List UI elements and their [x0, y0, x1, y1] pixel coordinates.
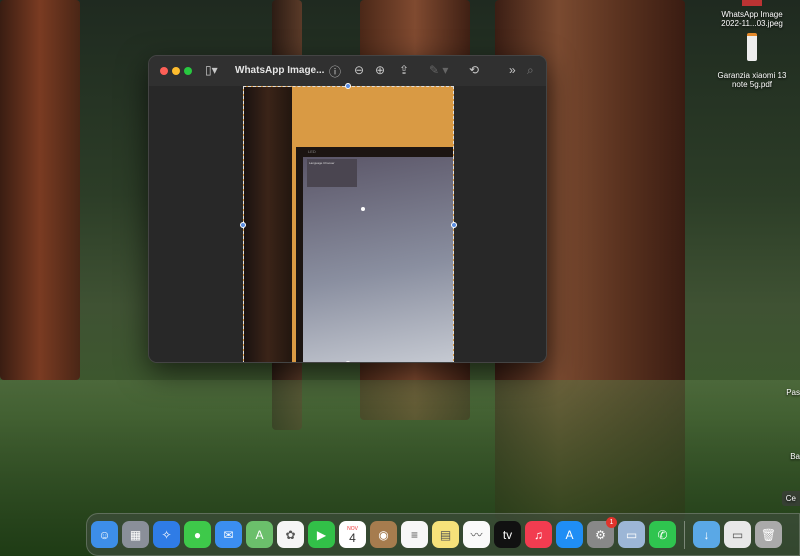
- dock-app-photos[interactable]: ✿: [277, 521, 304, 548]
- dock-app-reminders[interactable]: ≡: [401, 521, 428, 548]
- contacts-icon: ◉: [378, 527, 389, 542]
- dock-app-app-store[interactable]: A: [556, 521, 583, 548]
- dock-app-safari[interactable]: ✧: [153, 521, 180, 548]
- dock-app-system-settings[interactable]: ⚙ 1: [587, 517, 617, 548]
- image-thumbnail-icon: [742, 0, 762, 6]
- desktop-file-garanzia-pdf[interactable]: Garanzia xiaomi 13 note 5g.pdf: [712, 33, 792, 89]
- zoom-button[interactable]: [184, 67, 192, 75]
- freeform-icon: 〰: [470, 528, 483, 542]
- photo-image[interactable]: LED Language Chooser: [243, 86, 454, 362]
- launchpad-icon: ▦: [129, 527, 142, 542]
- system-settings-icon: ⚙: [595, 527, 606, 542]
- dock-app-contacts[interactable]: ◉: [370, 521, 397, 548]
- toolbar: ▯▾ WhatsApp Image... ⓘ ⊖ ⊕ ⇪ ✎ ▾ ⟲ » ⌕: [149, 56, 546, 86]
- close-button[interactable]: [160, 67, 168, 75]
- whatsapp-icon: ✆: [657, 527, 668, 542]
- window-title: WhatsApp Image...: [235, 65, 325, 76]
- desktop-label-truncated[interactable]: Pas: [786, 388, 800, 397]
- minimize-button[interactable]: [172, 67, 180, 75]
- dock-app-tv[interactable]: tv: [494, 521, 521, 548]
- dock-app-mail[interactable]: ✉: [215, 521, 242, 548]
- resize-handle[interactable]: [345, 361, 351, 362]
- dock-app-downloads[interactable]: ↓: [693, 521, 720, 548]
- music-icon: ♫: [534, 527, 543, 542]
- zoom-in-icon[interactable]: ⊕: [375, 63, 385, 77]
- cursor: [361, 207, 365, 211]
- rotate-icon[interactable]: ⟲: [469, 63, 479, 77]
- preview-window: ▯▾ WhatsApp Image... ⓘ ⊖ ⊕ ⇪ ✎ ▾ ⟲ » ⌕ L…: [148, 55, 547, 363]
- downloads-icon: ↓: [703, 527, 710, 542]
- dock-app-messages[interactable]: ●: [184, 521, 211, 548]
- sidebar-toggle-icon[interactable]: ▯▾: [205, 63, 218, 77]
- dock-app-notes[interactable]: ▤: [432, 521, 459, 548]
- resize-handle[interactable]: [240, 222, 246, 228]
- dock-app-finder[interactable]: ☺: [91, 521, 118, 548]
- markup-icon[interactable]: ✎ ▾: [429, 63, 448, 77]
- resize-handle[interactable]: [345, 83, 351, 89]
- dock-app-maps[interactable]: A: [246, 521, 273, 548]
- zoom-out-icon[interactable]: ⊖: [354, 63, 364, 77]
- resize-handle[interactable]: [451, 222, 457, 228]
- notification-badge: 1: [606, 517, 617, 528]
- photos-icon: ✿: [285, 527, 296, 542]
- dock-app-trash[interactable]: 🗑: [755, 521, 782, 548]
- safari-icon: ✧: [161, 527, 172, 542]
- preview-icon: ▭: [625, 527, 638, 542]
- dock-app-freeform[interactable]: 〰: [463, 521, 490, 548]
- calendar-day: 4: [349, 530, 356, 545]
- reminders-icon: ≡: [410, 527, 418, 542]
- messages-icon: ●: [193, 527, 202, 542]
- finder-icon: ☺: [98, 527, 111, 542]
- language-chooser-dialog: Language Chooser: [307, 159, 357, 187]
- dock-app-whatsapp[interactable]: ✆: [649, 521, 676, 548]
- more-icon[interactable]: »: [509, 63, 516, 77]
- recent-document-icon: ▭: [731, 527, 744, 542]
- pc-case: [244, 87, 292, 362]
- dock-app-facetime[interactable]: ▶: [308, 521, 335, 548]
- dock-app-music[interactable]: ♫: [525, 521, 552, 548]
- info-icon[interactable]: ⓘ: [329, 63, 341, 80]
- dock-separator: [684, 520, 685, 549]
- dock-app-calendar[interactable]: NOV 4: [339, 521, 366, 548]
- facetime-icon: ▶: [316, 527, 327, 542]
- desktop-file-whatsapp-image[interactable]: WhatsApp Image 2022-11...03.jpeg: [712, 0, 792, 28]
- monitor-screen: Language Chooser: [303, 157, 453, 362]
- trash-icon: 🗑: [760, 527, 777, 542]
- desktop-label-truncated[interactable]: Ce: [781, 491, 800, 506]
- dock: ☺ ▦ ✧ ● ✉ A ✿ ▶ NOV 4 ◉ ≡ ▤ 〰 tv ♫ A ⚙ 1 ▭ ✆ ↓ ▭ 🗑: [86, 513, 800, 556]
- maps-icon: A: [255, 527, 264, 542]
- desktop-label-truncated[interactable]: Ba: [790, 452, 800, 461]
- dock-app-launchpad[interactable]: ▦: [122, 521, 149, 548]
- app-store-icon: A: [565, 527, 574, 542]
- monitor: LED Language Chooser: [296, 147, 453, 362]
- document-area: LED Language Chooser: [149, 83, 546, 362]
- share-icon[interactable]: ⇪: [399, 63, 409, 77]
- tv-icon: tv: [502, 527, 513, 542]
- notes-icon: ▤: [439, 527, 452, 542]
- dock-app-preview[interactable]: ▭: [618, 521, 645, 548]
- mail-icon: ✉: [223, 527, 234, 542]
- dock-app-recent-document[interactable]: ▭: [724, 521, 751, 548]
- tree-trunk: [0, 0, 80, 380]
- pdf-file-icon: [747, 33, 757, 61]
- search-icon[interactable]: ⌕: [527, 63, 534, 78]
